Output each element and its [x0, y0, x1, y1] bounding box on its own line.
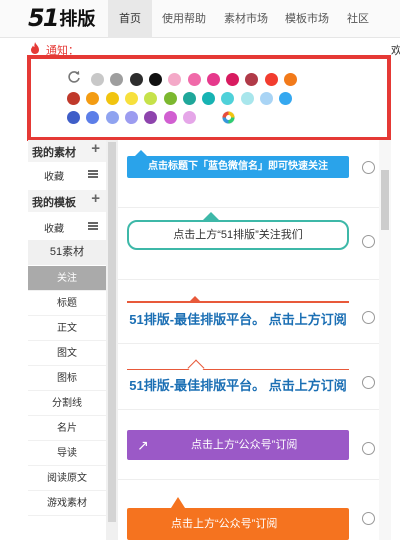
color-swatch[interactable] [86, 92, 100, 105]
materials-collect-label: 收藏 [44, 172, 64, 183]
template-4-line [127, 369, 349, 370]
materials-collect[interactable]: 收藏 [28, 162, 106, 186]
top-bar: 51 排版 首页 使用帮助 素材市场 模板市场 社区 [0, 0, 400, 38]
category-image-text[interactable]: 图文 [28, 341, 106, 366]
category-body[interactable]: 正文 [28, 316, 106, 341]
color-swatch[interactable] [86, 111, 100, 124]
color-swatch[interactable] [264, 73, 278, 86]
category-game-material[interactable]: 游戏素材 [28, 491, 106, 516]
add-material-icon[interactable]: + [91, 140, 100, 157]
right-scrollbar-thumb[interactable] [381, 170, 389, 230]
menu-icon[interactable] [88, 170, 98, 178]
template-3-marker [189, 296, 201, 302]
refresh-icon[interactable] [67, 70, 81, 84]
menu-icon[interactable] [88, 222, 98, 230]
logo[interactable]: 51 排版 [28, 4, 95, 32]
template-6-marker [171, 497, 185, 508]
template-6-radio[interactable] [362, 512, 375, 525]
add-template-icon[interactable]: + [91, 190, 100, 207]
template-5-radio[interactable] [362, 442, 375, 455]
color-swatch[interactable] [202, 92, 216, 105]
template-5-text: 点击上方“公众号”订阅 [191, 439, 298, 451]
color-wheel-icon[interactable] [222, 111, 235, 124]
nav-help[interactable]: 使用帮助 [152, 0, 216, 38]
template-3-radio[interactable] [362, 311, 375, 324]
nav-template-market[interactable]: 模板市场 [276, 0, 338, 38]
fire-icon [31, 42, 39, 54]
template-5-preview[interactable]: ↗ 点击上方“公众号”订阅 [127, 430, 349, 460]
color-swatch[interactable] [245, 73, 259, 86]
category-title[interactable]: 标题 [28, 291, 106, 316]
category-divider[interactable]: 分割线 [28, 391, 106, 416]
color-swatch[interactable] [163, 111, 177, 124]
template-4-radio[interactable] [362, 376, 375, 389]
color-swatch[interactable] [182, 92, 196, 105]
color-swatch[interactable] [144, 92, 158, 105]
category-guide[interactable]: 导读 [28, 441, 106, 466]
main-nav: 首页 使用帮助 素材市场 模板市场 社区 [108, 0, 378, 38]
color-swatch[interactable] [148, 73, 162, 86]
color-swatch[interactable] [226, 73, 240, 86]
arrow-up-right-icon: ↗ [137, 437, 149, 453]
category-card[interactable]: 名片 [28, 416, 106, 441]
nav-material-market[interactable]: 素材市场 [216, 0, 276, 38]
template-1-preview[interactable]: 点击标题下「蓝色微信名」即可快速关注 [127, 156, 349, 178]
my-templates-header[interactable]: 我的模板 + [28, 190, 106, 212]
logo-text: 排版 [59, 9, 96, 29]
template-3-preview[interactable]: 51排版-最佳排版平台。 点击上方订阅 [127, 309, 349, 328]
templates-collect[interactable]: 收藏 [28, 214, 106, 238]
color-swatch[interactable] [105, 92, 119, 105]
right-scrollbar[interactable] [379, 140, 391, 540]
color-palette [28, 56, 391, 140]
color-swatch[interactable] [221, 92, 235, 105]
category-icon[interactable]: 图标 [28, 366, 106, 391]
color-swatch[interactable] [206, 73, 220, 86]
color-swatch[interactable] [187, 73, 201, 86]
color-swatch[interactable] [163, 92, 177, 105]
color-swatch[interactable] [260, 92, 273, 105]
template-1-radio[interactable] [362, 161, 375, 174]
template-2-radio[interactable] [362, 235, 375, 248]
color-swatch[interactable] [105, 111, 119, 124]
color-swatch[interactable] [67, 92, 80, 105]
color-swatch[interactable] [284, 73, 297, 86]
template-6-text: 点击上方“公众号”订阅 [171, 518, 278, 530]
color-swatch[interactable] [110, 73, 124, 86]
color-swatch[interactable] [144, 111, 158, 124]
color-swatch[interactable] [279, 92, 293, 105]
list-scrollbar-thumb[interactable] [108, 142, 116, 522]
template-3-line [127, 301, 349, 303]
color-swatch[interactable] [240, 92, 254, 105]
color-swatch[interactable] [129, 73, 143, 86]
color-swatch[interactable] [182, 111, 196, 124]
my-materials-header[interactable]: 我的素材 + [28, 140, 106, 162]
color-swatch[interactable] [124, 92, 138, 105]
my-templates-label: 我的模板 [32, 197, 76, 209]
nav-community[interactable]: 社区 [338, 0, 378, 38]
template-4-preview[interactable]: 51排版-最佳排版平台。 点击上方订阅 [127, 375, 349, 394]
my-materials-label: 我的素材 [32, 147, 76, 159]
template-2-preview[interactable]: 点击上方“51排版”关注我们 [127, 220, 349, 250]
template-6-preview[interactable]: 点击上方“公众号”订阅 [127, 508, 349, 540]
nav-home[interactable]: 首页 [108, 0, 152, 38]
category-read-original[interactable]: 阅读原文 [28, 466, 106, 491]
color-swatch[interactable] [168, 73, 182, 86]
sidebar: 我的素材 + 收藏 我的模板 + 收藏 51素材 关注 标题 正文 图文 图标 … [28, 140, 106, 540]
template-2-arrow [203, 212, 219, 220]
color-swatch[interactable] [67, 111, 80, 124]
logo-number: 51 [28, 4, 59, 32]
color-swatch[interactable] [91, 73, 104, 86]
notice-text: 欢 [391, 45, 400, 57]
category-follow[interactable]: 关注 [28, 266, 106, 291]
color-swatch[interactable] [124, 111, 138, 124]
templates-collect-label: 收藏 [44, 224, 64, 235]
list-scrollbar[interactable] [106, 140, 118, 540]
category-51-material[interactable]: 51素材 [28, 240, 106, 265]
